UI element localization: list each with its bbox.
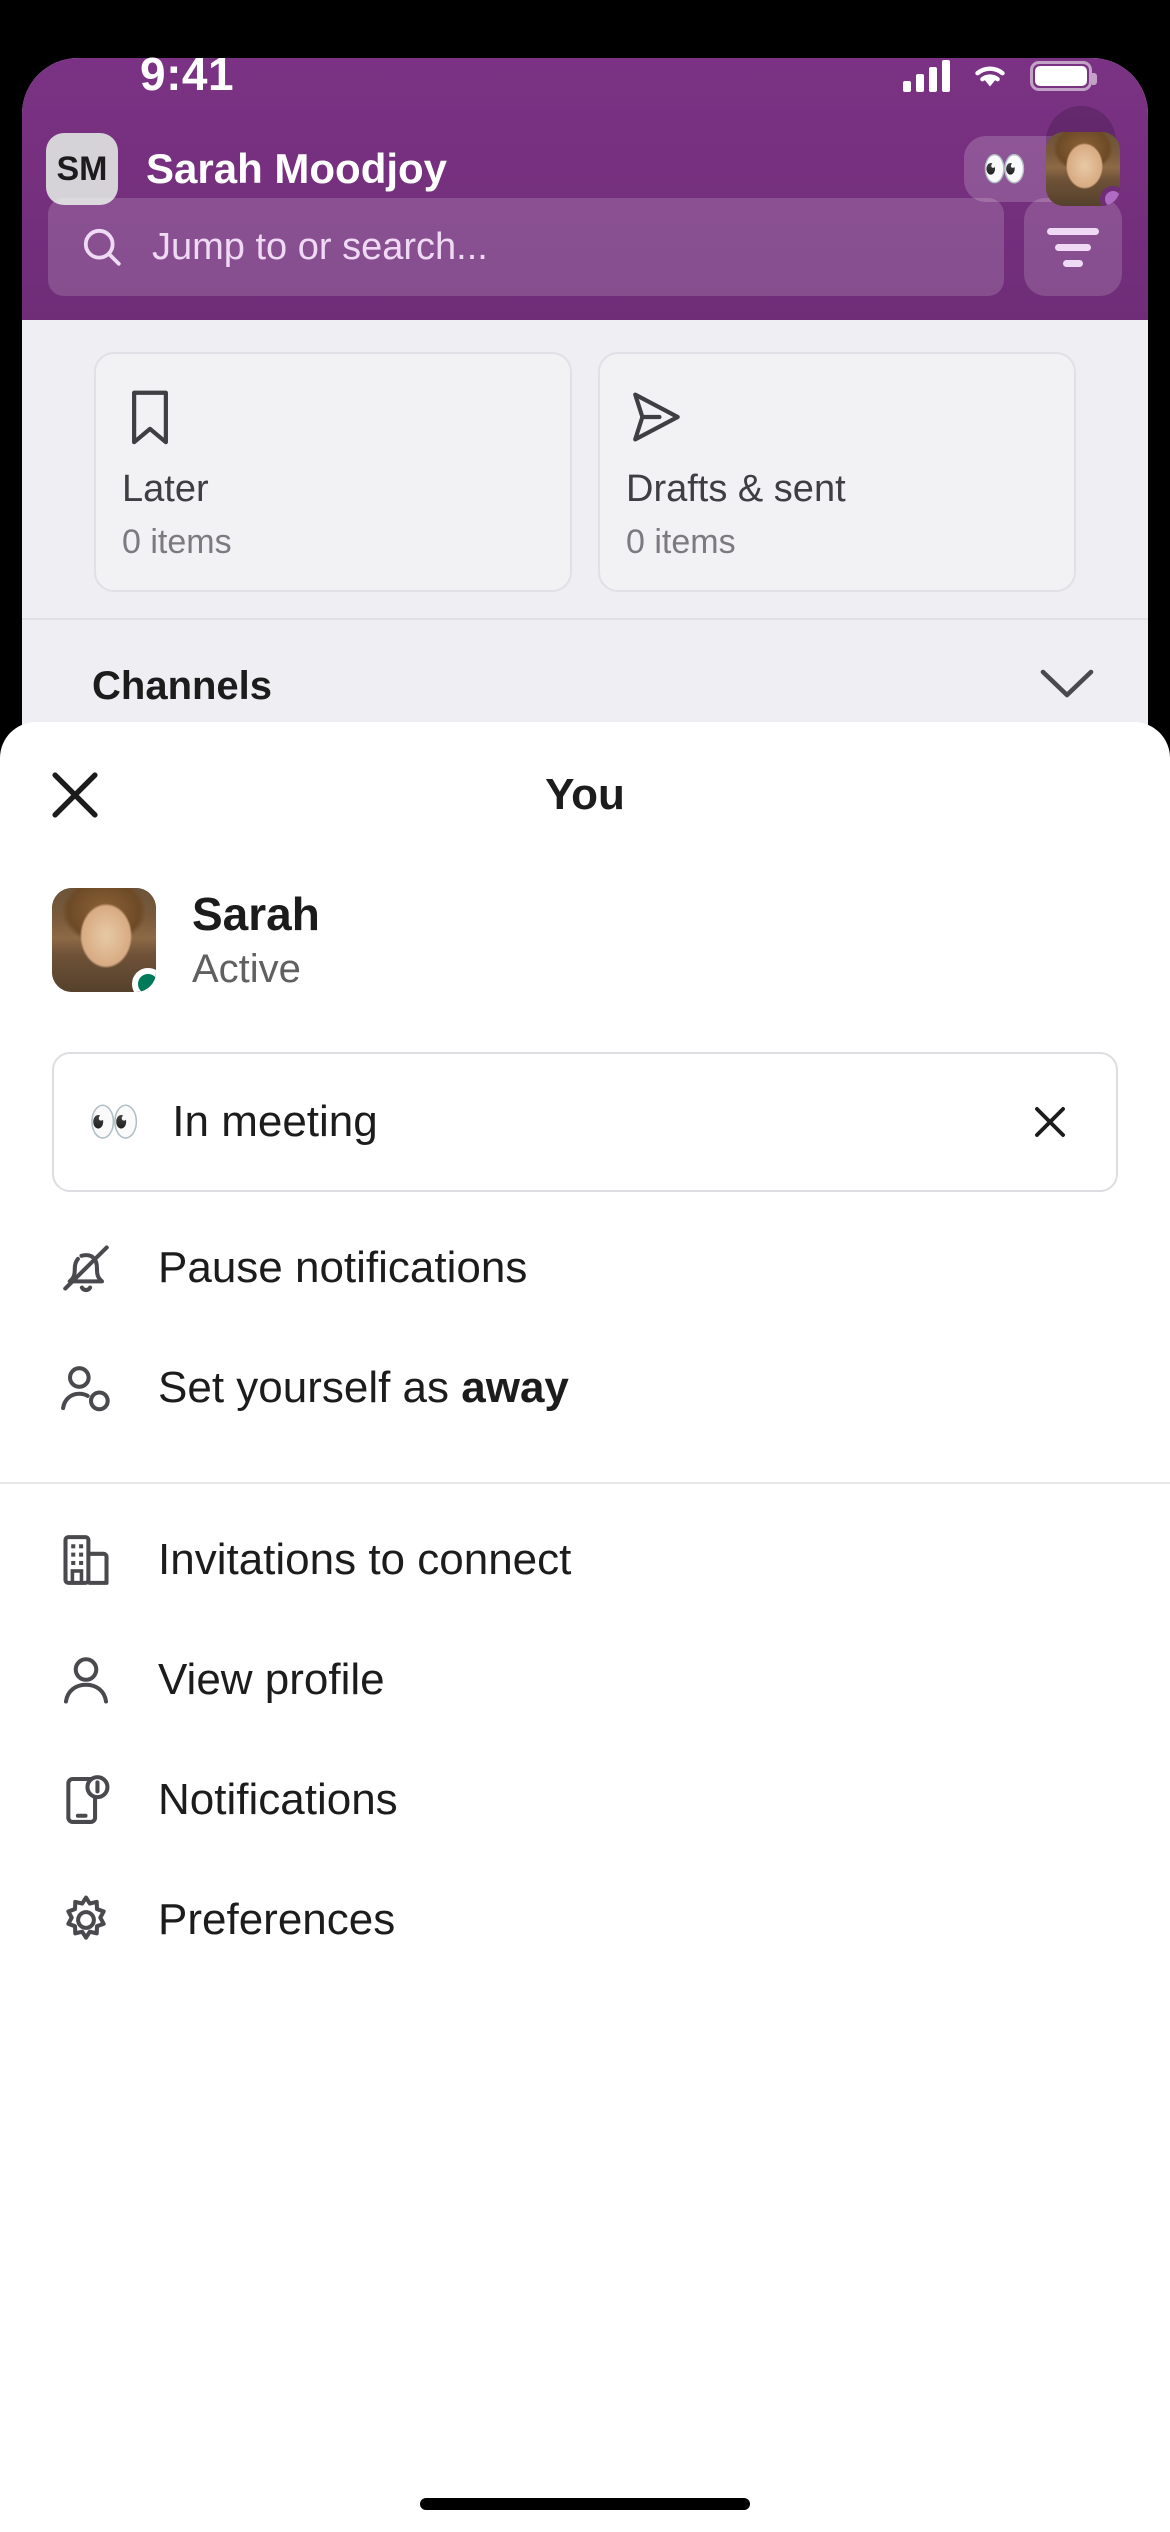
menu-item-label-bold: away [461,1363,569,1412]
gear-icon [52,1886,120,1954]
menu-item-invitations-to-connect[interactable]: Invitations to connect [0,1500,1170,1620]
status-field[interactable]: 👀 In meeting [52,1052,1118,1192]
drafts-card-subtitle: 0 items [626,523,736,561]
bookmark-icon [122,384,544,450]
menu-item-label: Pause notifications [158,1243,528,1292]
menu-item-label: Preferences [158,1895,396,1944]
paper-plane-icon [626,384,1048,450]
channels-label: Channels [92,664,273,708]
eyes-emoji-icon: 👀 [88,1098,141,1145]
later-card[interactable]: Later 0 items [94,352,572,592]
workspace-badge[interactable]: SM [46,133,118,205]
chevron-down-icon[interactable] [1038,666,1096,707]
phone-bell-icon [52,1766,120,1834]
sheet-title: You [545,770,625,819]
menu-item-view-profile[interactable]: View profile [0,1620,1170,1740]
search-placeholder: Jump to or search... [152,225,488,268]
filter-icon [1047,227,1099,267]
menu-group-account: Invitations to connect View profile Noti… [0,1484,1170,1994]
clear-status-button[interactable] [1018,1090,1082,1154]
menu-item-label-prefix: Set yourself as [158,1363,462,1412]
later-card-title: Later [122,468,209,510]
filter-button[interactable] [1024,198,1122,296]
quick-cards-row: Later 0 items Drafts & sent 0 items [22,330,1148,618]
status-field-text: In meeting [172,1097,378,1146]
status-bar-clock: 9:41 [140,48,235,100]
later-card-subtitle: 0 items [122,523,232,561]
ios-status-bar: 9:41 [0,0,1170,130]
menu-item-label: View profile [158,1655,385,1704]
menu-item-preferences[interactable]: Preferences [0,1860,1170,1980]
profile-text-block: Sarah Active [192,888,320,992]
menu-item-label: Set yourself as away [158,1363,569,1413]
building-icon [52,1526,120,1594]
menu-item-label: Invitations to connect [158,1535,572,1584]
profile-presence-label: Active [192,946,301,991]
menu-item-notifications[interactable]: Notifications [0,1740,1170,1860]
you-bottom-sheet: You Sarah Active 👀 In meeting Pause noti… [0,722,1170,2532]
sheet-header: You [0,722,1170,868]
header-avatar-button[interactable] [1046,132,1120,206]
wifi-icon [975,66,1005,87]
status-bar-icons [903,60,1097,92]
person-icon [52,1646,120,1714]
home-indicator [420,2498,750,2510]
workspace-name[interactable]: Sarah Moodjoy [146,145,447,193]
profile-avatar[interactable] [52,888,156,992]
search-row: Jump to or search... [22,198,1148,296]
person-away-icon [52,1354,120,1422]
header-right-cluster: 👀 [964,106,1120,206]
battery-icon [1030,61,1097,91]
menu-item-pause-notifications[interactable]: Pause notifications [0,1208,1170,1328]
presence-indicator [1100,186,1120,206]
search-icon [83,228,121,266]
menu-item-set-yourself-away[interactable]: Set yourself as away [0,1328,1170,1448]
profile-row[interactable]: Sarah Active [0,868,1170,1008]
cellular-signal-icon [903,60,950,92]
drafts-sent-card[interactable]: Drafts & sent 0 items [598,352,1076,592]
menu-item-label: Notifications [158,1775,398,1824]
close-icon[interactable] [32,752,118,838]
drafts-card-title: Drafts & sent [626,468,846,510]
bell-slash-icon [52,1234,120,1302]
menu-group-presence: Pause notifications Set yourself as away [0,1192,1170,1462]
eyes-emoji-icon: 👀 [982,148,1027,189]
profile-name: Sarah [192,888,320,941]
search-input[interactable]: Jump to or search... [48,198,1004,296]
